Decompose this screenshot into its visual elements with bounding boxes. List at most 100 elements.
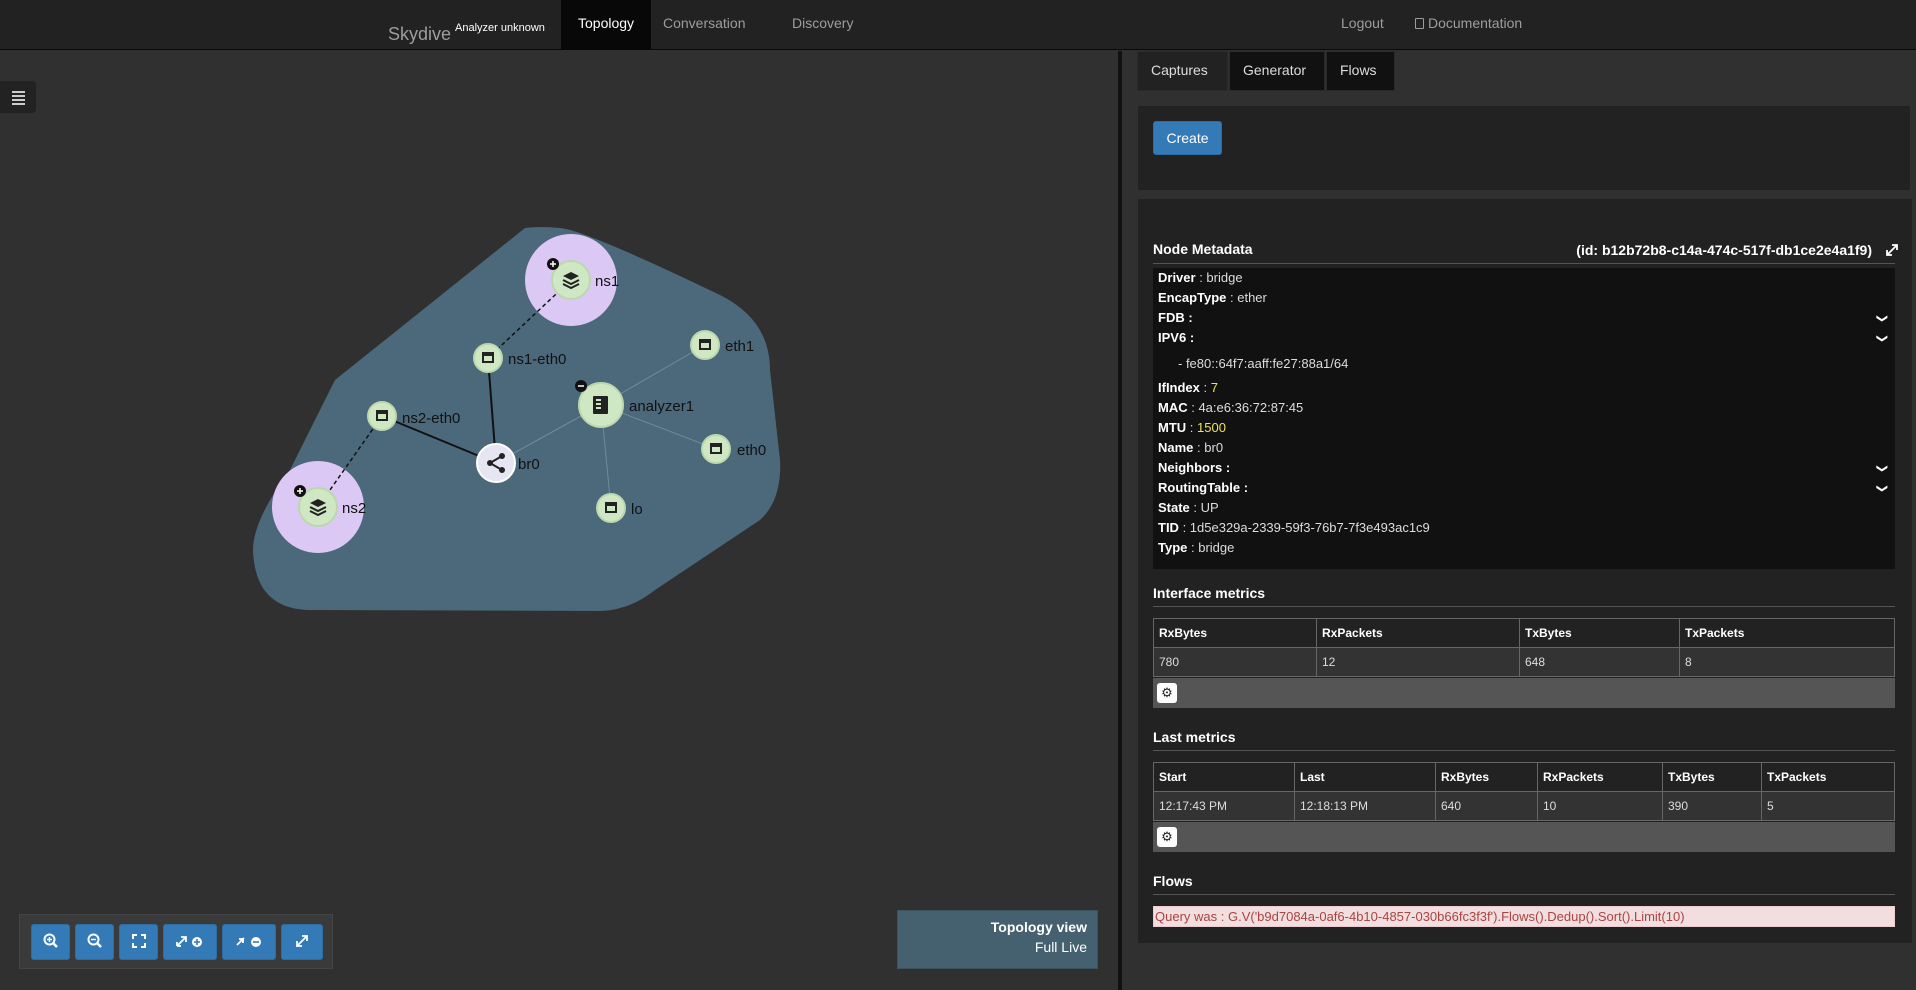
chevron-down-icon[interactable]: ❯	[1876, 314, 1889, 323]
topology-toolbar	[19, 914, 333, 969]
zoom-in-icon	[43, 933, 58, 948]
chevron-down-icon[interactable]: ❯	[1876, 334, 1889, 343]
zoom-out-button[interactable]	[75, 924, 114, 960]
column-header[interactable]: TxPackets	[1679, 618, 1895, 648]
node-label-br0: br0	[518, 456, 540, 473]
chevron-down-icon[interactable]: ❯	[1876, 484, 1889, 493]
table-cell: 640	[1435, 791, 1538, 821]
fullscreen-button[interactable]	[119, 924, 158, 960]
table-cell: 390	[1662, 791, 1762, 821]
meta-row-ifindex: IfIndex : 7	[1158, 380, 1218, 395]
book-icon	[1415, 18, 1424, 29]
node-label-lo: lo	[631, 501, 643, 518]
meta-row-routingtable[interactable]: RoutingTable :	[1158, 480, 1248, 496]
table-row: 780 12 648 8	[1153, 647, 1895, 677]
compress-icon[interactable]	[1885, 243, 1899, 262]
table-cell: 12:18:13 PM	[1294, 791, 1436, 821]
tab-captures[interactable]: Captures	[1137, 51, 1228, 91]
metadata-list: Driver : bridge EncapType : ether FDB : …	[1153, 268, 1895, 569]
topology-view-mode: Full Live	[1034, 939, 1087, 955]
section-divider	[1153, 263, 1895, 264]
meta-row-name: Name : br0	[1158, 440, 1224, 455]
collapse-all-icon	[236, 937, 261, 947]
node-id: (id: b12b72b8-c14a-474c-517f-db1ce2e4a1f…	[1576, 242, 1872, 258]
documentation-label: Documentation	[1428, 15, 1523, 31]
group-hull	[253, 227, 781, 611]
node-info-panel: Node Metadata (id: b12b72b8-c14a-474c-51…	[1138, 199, 1912, 943]
last-metrics-title: Last metrics	[1153, 729, 1236, 745]
topology-view-box: Topology view Full Live	[897, 910, 1098, 969]
last-metrics-table: Start Last RxBytes RxPackets TxBytes TxP…	[1153, 762, 1895, 821]
node-label-ns1: ns1	[595, 273, 619, 290]
table-cell: 12	[1316, 647, 1520, 677]
column-header[interactable]: TxBytes	[1519, 618, 1680, 648]
zoom-in-button[interactable]	[31, 924, 70, 960]
column-header[interactable]: RxBytes	[1435, 762, 1538, 792]
node-label-eth0: eth0	[737, 442, 766, 459]
node-label-ns2-eth0: ns2-eth0	[402, 410, 460, 427]
meta-row-encaptype: EncapType : ether	[1158, 290, 1267, 305]
node-metadata-title: Node Metadata	[1153, 241, 1253, 257]
column-header[interactable]: Last	[1294, 762, 1436, 792]
meta-row-driver: Driver : bridge	[1158, 270, 1243, 285]
topology-view-title: Topology view	[990, 919, 1087, 935]
expand-all-icon	[176, 936, 202, 947]
column-header[interactable]: TxBytes	[1662, 762, 1762, 792]
table-cell: 5	[1761, 791, 1895, 821]
compress-button[interactable]	[281, 924, 323, 960]
section-divider	[1153, 750, 1895, 751]
interface-metrics-table: RxBytes RxPackets TxBytes TxPackets 780 …	[1153, 618, 1895, 677]
table-cell: 648	[1519, 647, 1680, 677]
table-cell: 10	[1537, 791, 1663, 821]
create-capture-button[interactable]: Create	[1153, 121, 1222, 155]
gear-icon[interactable]: ⚙	[1157, 827, 1177, 847]
brand-subtitle: Analyzer unknown	[455, 22, 545, 34]
nav-tab-discovery[interactable]: Discovery	[775, 0, 870, 50]
meta-row-neighbors[interactable]: Neighbors :	[1158, 460, 1230, 476]
captures-panel: Create	[1138, 106, 1910, 190]
chevron-down-icon[interactable]: ❯	[1876, 464, 1889, 473]
column-header[interactable]: RxPackets	[1316, 618, 1520, 648]
node-label-ns1-eth0: ns1-eth0	[508, 351, 566, 368]
logout-link[interactable]: Logout	[1324, 0, 1401, 50]
interface-metrics-title: Interface metrics	[1153, 585, 1266, 601]
topology-graph[interactable]: ns1 ns1-eth0 eth1 analyzer1 ns2-eth0 br0…	[0, 51, 1118, 990]
section-divider	[1153, 894, 1895, 895]
expand-all-button[interactable]	[163, 924, 217, 960]
brand[interactable]: Skydive Analyzer unknown	[388, 0, 545, 50]
gear-icon[interactable]: ⚙	[1157, 683, 1177, 703]
table-cell: 780	[1153, 647, 1317, 677]
node-label-ns2: ns2	[342, 500, 366, 517]
column-header[interactable]: RxPackets	[1537, 762, 1663, 792]
metrics-options-bar: ⚙	[1153, 822, 1895, 852]
nav-tab-topology[interactable]: Topology	[561, 0, 652, 50]
node-label-eth1: eth1	[725, 338, 754, 355]
meta-row-fdb[interactable]: FDB :	[1158, 310, 1193, 326]
right-panel: Captures Generator Flows Create Node Met…	[1122, 51, 1916, 990]
nav-tab-conversation[interactable]: Conversation	[646, 0, 763, 50]
meta-row-state: State : UP	[1158, 500, 1219, 515]
compress-icon	[296, 935, 308, 947]
flows-title: Flows	[1153, 873, 1193, 889]
brand-name: Skydive	[388, 24, 452, 44]
table-cell: 12:17:43 PM	[1153, 791, 1295, 821]
meta-row-mtu: MTU : 1500	[1158, 420, 1226, 435]
table-cell: 8	[1679, 647, 1895, 677]
column-header[interactable]: RxBytes	[1153, 618, 1317, 648]
zoom-out-icon	[87, 933, 102, 948]
tab-generator[interactable]: Generator	[1229, 51, 1325, 91]
tab-flows[interactable]: Flows	[1326, 51, 1395, 91]
fullscreen-icon	[131, 934, 146, 948]
meta-row-ipv6[interactable]: IPV6 :	[1158, 330, 1194, 346]
metrics-options-bar: ⚙	[1153, 678, 1895, 708]
column-header[interactable]: TxPackets	[1761, 762, 1895, 792]
column-header[interactable]: Start	[1153, 762, 1295, 792]
ipv6-address: - fe80::64f7:aaff:fe27:88a1/64	[1178, 356, 1349, 371]
meta-row-type: Type : bridge	[1158, 540, 1235, 555]
table-header-row: RxBytes RxPackets TxBytes TxPackets	[1153, 618, 1895, 648]
meta-row-tid: TID : 1d5e329a-2339-59f3-76b7-7f3e493ac1…	[1158, 520, 1430, 535]
documentation-link[interactable]: Documentation	[1398, 0, 1539, 50]
flows-query-alert: Query was : G.V('b9d7084a-0af6-4b10-4857…	[1153, 906, 1895, 927]
table-row: 12:17:43 PM 12:18:13 PM 640 10 390 5	[1153, 791, 1895, 821]
collapse-all-button[interactable]	[222, 924, 276, 960]
